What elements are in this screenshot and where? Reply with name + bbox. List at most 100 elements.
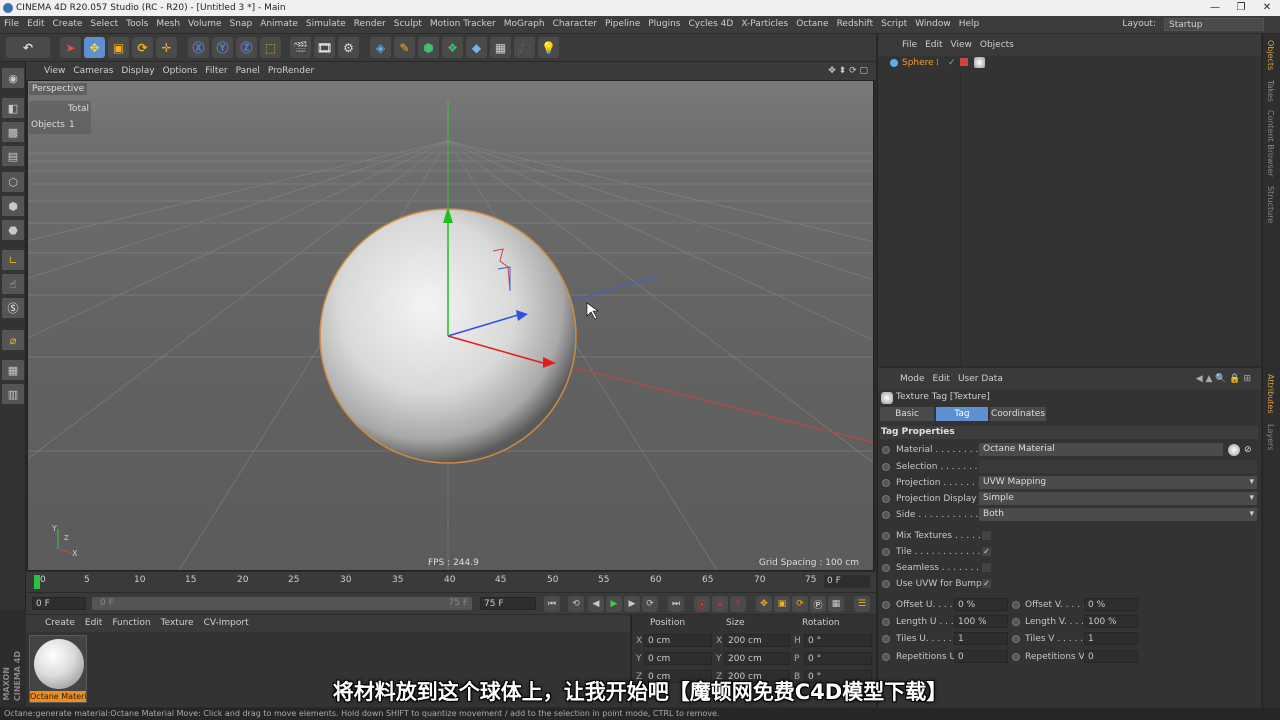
record-scale-icon[interactable]: ▣ [774,596,790,612]
vtab-layers[interactable]: Layers [1266,424,1275,450]
menu-mesh[interactable]: Mesh [152,16,184,33]
animate-dot-icon[interactable] [1012,653,1020,661]
animate-dot-icon[interactable] [882,479,890,487]
tab-basic[interactable]: Basic [880,407,934,421]
mm-menu-texture[interactable]: Texture [156,615,199,632]
rotation-p-field[interactable]: 0 ° [804,652,872,665]
om-menu-objects[interactable]: Objects [976,34,1018,56]
menu-window[interactable]: Window [911,16,955,33]
polygons-mode-icon[interactable]: ⬣ [2,220,24,240]
seamless-checkbox[interactable] [982,563,991,572]
tab-coordinates[interactable]: Coordinates [990,407,1046,421]
viewport-menu-cameras[interactable]: Cameras [69,62,117,80]
mm-menu-create[interactable]: Create [40,615,80,632]
menu-script[interactable]: Script [877,16,911,33]
cube-primitive-icon[interactable]: ◈ [370,37,391,58]
points-mode-icon[interactable]: ⬡ [2,172,24,192]
move-tool-icon[interactable]: ✥ [84,37,105,58]
record-rotation-icon[interactable]: ⟳ [792,596,808,612]
render-view-icon[interactable]: 🎬 [290,37,311,58]
subdivision-surface-icon[interactable]: ⬢ [418,37,439,58]
deformer-icon[interactable]: ◆ [466,37,487,58]
floor-icon[interactable]: ▦ [490,37,511,58]
menu-help[interactable]: Help [955,16,984,33]
animate-dot-icon[interactable] [1012,618,1020,626]
length-v-field[interactable]: 100 % [1084,615,1138,628]
tiles-v-field[interactable]: 1 [1084,632,1138,645]
start-frame-field[interactable]: 0 F [32,597,86,610]
tweak-mode-icon[interactable]: ☝ [2,274,24,294]
menu-simulate[interactable]: Simulate [302,16,350,33]
object-row-sphere[interactable]: Sphere ⁞ ✓ [878,56,1261,70]
offset-u-field[interactable]: 0 % [954,598,1008,611]
projection-select[interactable]: UVW Mapping [979,476,1257,489]
camera-icon[interactable]: 🎥 [514,37,535,58]
mm-menu-cv-import[interactable]: CV-Import [199,615,254,632]
snapping-icon[interactable]: Ⓢ [2,298,24,318]
go-to-start-icon[interactable]: ⏮ [544,596,560,612]
scale-tool-icon[interactable]: ▣ [108,37,129,58]
tiles-u-field[interactable]: 1 [954,632,1008,645]
mm-menu-edit[interactable]: Edit [80,615,107,632]
go-to-end-icon[interactable]: ⏭ [668,596,684,612]
offset-v-field[interactable]: 0 % [1084,598,1138,611]
animate-dot-icon[interactable] [882,653,890,661]
animate-dot-icon[interactable] [882,446,890,454]
menu-motion-tracker[interactable]: Motion Tracker [426,16,500,33]
enabled-check-icon[interactable]: ✓ [948,56,956,70]
autokeying-icon[interactable]: ⦿ [712,596,728,612]
attr-menu-mode[interactable]: Mode [896,368,929,390]
edit-render-settings-icon[interactable]: ⚙ [338,37,359,58]
animate-dot-icon[interactable] [1012,635,1020,643]
vtab-takes[interactable]: Takes [1266,80,1275,102]
perspective-viewport[interactable]: Y X Z Perspective Total Objects 1 FPS : … [27,80,874,571]
play-icon[interactable]: ▶ [606,596,622,612]
animate-dot-icon[interactable] [882,532,890,540]
selection-field[interactable] [979,460,1257,473]
axis-mode-icon[interactable]: ∟ [2,250,24,270]
recent-tool-icon[interactable]: ✛ [156,37,177,58]
workplane-mode-icon[interactable]: ▤ [2,146,24,166]
tab-tag[interactable]: Tag [936,407,988,421]
magnet-icon[interactable]: ⌀ [2,330,24,350]
viewport-menu-display[interactable]: Display [117,62,158,80]
side-select[interactable]: Both [979,508,1257,521]
menu-octane[interactable]: Octane [792,16,832,33]
length-u-field[interactable]: 100 % [954,615,1008,628]
viewport-menu-view[interactable]: View [40,62,69,80]
menu-create[interactable]: Create [49,16,87,33]
viewport-menu-filter[interactable]: Filter [201,62,231,80]
model-mode-icon[interactable]: ◧ [2,98,24,118]
previous-key-icon[interactable]: ⟲ [568,596,584,612]
menu-tools[interactable]: Tools [122,16,152,33]
menu-plugins[interactable]: Plugins [644,16,684,33]
animate-dot-icon[interactable] [882,618,890,626]
render-picture-viewer-icon[interactable]: 🎞 [314,37,335,58]
texture-tag-icon[interactable] [974,57,985,68]
x-axis-lock-icon[interactable]: Ⓧ [188,37,209,58]
next-frame-icon[interactable]: ▶ [624,596,640,612]
material-options-icon[interactable]: ⊘ [1244,443,1252,457]
timeline-ruler[interactable]: 0 5 10 15 20 25 30 35 40 45 50 55 60 65 … [26,572,876,592]
uvw-bump-checkbox[interactable]: ✓ [982,579,991,588]
om-menu-view[interactable]: View [947,34,976,56]
previous-frame-icon[interactable]: ◀ [588,596,604,612]
animate-dot-icon[interactable] [1012,601,1020,609]
menu-character[interactable]: Character [549,16,601,33]
animate-dot-icon[interactable] [882,635,890,643]
vtab-attributes[interactable]: Attributes [1266,374,1275,414]
menu-cycles4d[interactable]: Cycles 4D [685,16,738,33]
vtab-structure[interactable]: Structure [1266,186,1275,223]
maximize-button[interactable]: ❐ [1228,0,1254,16]
end-frame-field[interactable]: 75 F [480,597,536,610]
animate-dot-icon[interactable] [882,463,890,471]
make-editable-icon[interactable]: ◉ [2,68,24,88]
record-parameter-icon[interactable]: Ⓟ [810,596,826,612]
viewport-menu-options[interactable]: Options [159,62,202,80]
next-key-icon[interactable]: ⟳ [642,596,658,612]
close-button[interactable]: ✕ [1254,0,1280,16]
minimize-button[interactable]: — [1202,0,1228,16]
coordinate-system-icon[interactable]: ⬚ [260,37,281,58]
attr-menu-edit[interactable]: Edit [929,368,954,390]
om-menu-file[interactable]: File [898,34,921,56]
